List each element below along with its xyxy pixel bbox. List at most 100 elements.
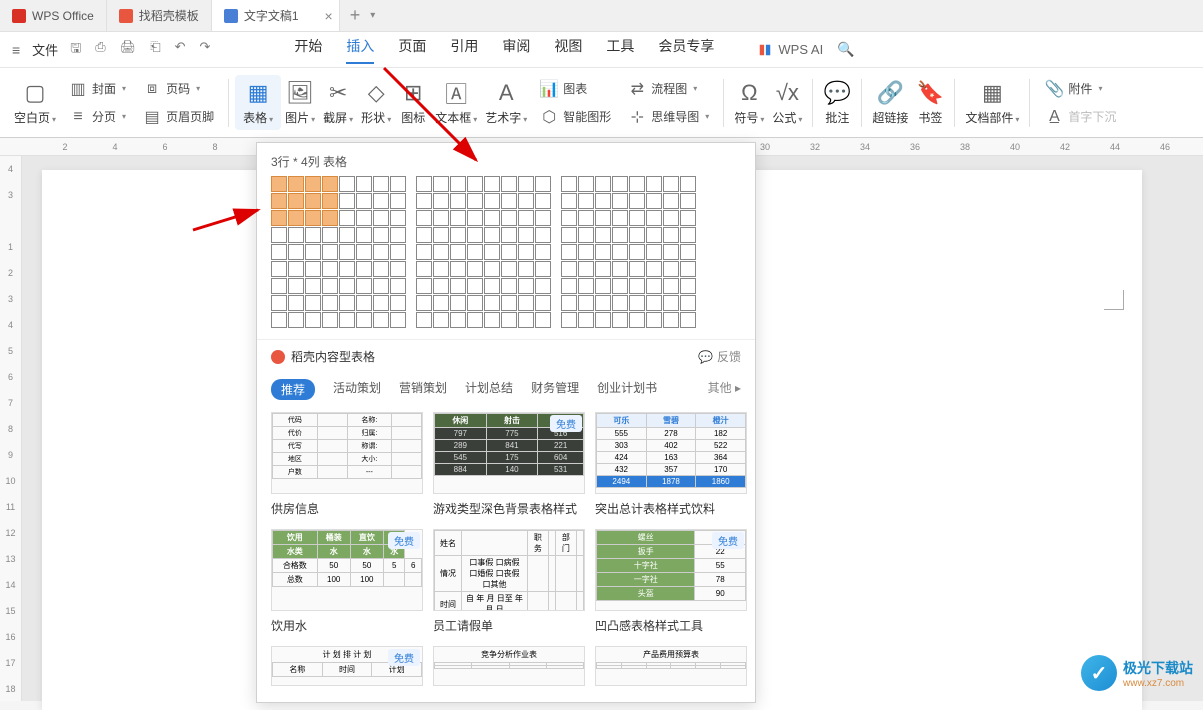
grid-cell[interactable] — [467, 312, 483, 328]
grid-cell[interactable] — [450, 193, 466, 209]
grid-cell[interactable] — [501, 261, 517, 277]
grid-cell[interactable] — [629, 312, 645, 328]
grid-cell[interactable] — [288, 193, 304, 209]
grid-cell[interactable] — [595, 244, 611, 260]
header-footer-button[interactable]: ▤页眉页脚 — [142, 107, 214, 127]
grid-cell[interactable] — [578, 278, 594, 294]
chart-button[interactable]: 📊图表 — [539, 79, 587, 99]
filter-marketing[interactable]: 营销策划 — [399, 379, 447, 400]
grid-cell[interactable] — [561, 176, 577, 192]
tab-view[interactable]: 视图 — [554, 36, 582, 64]
grid-cell[interactable] — [578, 176, 594, 192]
grid-cell[interactable] — [578, 193, 594, 209]
grid-cell[interactable] — [467, 244, 483, 260]
grid-cell[interactable] — [518, 176, 534, 192]
grid-cell[interactable] — [595, 312, 611, 328]
grid-cell[interactable] — [663, 312, 679, 328]
template-game-dark[interactable]: 免费休闲射击7977755162898412215451756048841405… — [433, 412, 585, 517]
grid-cell[interactable] — [450, 295, 466, 311]
grid-cell[interactable] — [595, 227, 611, 243]
grid-cell[interactable] — [629, 278, 645, 294]
grid-cell[interactable] — [680, 261, 696, 277]
grid-cell[interactable] — [612, 312, 628, 328]
grid-cell[interactable] — [271, 176, 287, 192]
grid-cell[interactable] — [288, 227, 304, 243]
grid-cell[interactable] — [433, 227, 449, 243]
grid-cell[interactable] — [561, 261, 577, 277]
grid-cell[interactable] — [518, 295, 534, 311]
grid-cell[interactable] — [356, 176, 372, 192]
grid-cell[interactable] — [501, 227, 517, 243]
grid-cell[interactable] — [595, 176, 611, 192]
grid-cell[interactable] — [680, 227, 696, 243]
template-drink-total[interactable]: 可乐雪碧橙汁5552781823034025224241633644323571… — [595, 412, 747, 517]
grid-cell[interactable] — [629, 193, 645, 209]
close-icon[interactable]: × — [325, 8, 333, 24]
grid-cell[interactable] — [373, 261, 389, 277]
grid-cell[interactable] — [416, 227, 432, 243]
grid-cell[interactable] — [646, 312, 662, 328]
grid-cell[interactable] — [390, 312, 406, 328]
grid-cell[interactable] — [612, 244, 628, 260]
grid-cell[interactable] — [535, 210, 551, 226]
shape-button[interactable]: ◇ 形状▾ — [357, 79, 395, 126]
mindmap-button[interactable]: ⊹思维导图▾ — [627, 107, 709, 127]
grid-cell[interactable] — [561, 227, 577, 243]
grid-cell[interactable] — [629, 227, 645, 243]
grid-cell[interactable] — [561, 295, 577, 311]
grid-cell[interactable] — [646, 295, 662, 311]
grid-cell[interactable] — [271, 312, 287, 328]
grid-cell[interactable] — [680, 278, 696, 294]
grid-cell[interactable] — [373, 210, 389, 226]
grid-cell[interactable] — [288, 176, 304, 192]
grid-cell[interactable] — [356, 193, 372, 209]
template-partial-2[interactable]: 竞争分析作业表 — [433, 646, 585, 686]
grid-cell[interactable] — [356, 261, 372, 277]
tab-start[interactable]: 开始 — [294, 36, 322, 64]
grid-cell[interactable] — [467, 278, 483, 294]
grid-cell[interactable] — [356, 312, 372, 328]
grid-cell[interactable] — [288, 261, 304, 277]
picture-button[interactable]: 🖼 图片▾ — [281, 79, 319, 126]
table-grid-picker[interactable] — [257, 176, 755, 339]
grid-cell[interactable] — [339, 227, 355, 243]
grid-cell[interactable] — [467, 210, 483, 226]
grid-cell[interactable] — [450, 227, 466, 243]
grid-cell[interactable] — [271, 261, 287, 277]
grid-cell[interactable] — [373, 295, 389, 311]
grid-cell[interactable] — [271, 278, 287, 294]
grid-cell[interactable] — [416, 176, 432, 192]
add-tab-icon[interactable]: + — [340, 5, 371, 26]
grid-cell[interactable] — [629, 176, 645, 192]
grid-cell[interactable] — [646, 176, 662, 192]
wordart-button[interactable]: A 艺术字▾ — [481, 79, 531, 126]
document-tab[interactable]: 文字文稿1 × — [212, 0, 340, 31]
grid-cell[interactable] — [595, 261, 611, 277]
grid-cell[interactable] — [484, 312, 500, 328]
grid-cell[interactable] — [680, 193, 696, 209]
grid-cell[interactable] — [578, 312, 594, 328]
grid-cell[interactable] — [373, 312, 389, 328]
template-partial-1[interactable]: 计 划 排 计 划名称时间计划免费 — [271, 646, 423, 686]
grid-cell[interactable] — [322, 295, 338, 311]
hamburger-icon[interactable]: ≡ — [12, 42, 20, 58]
grid-cell[interactable] — [305, 244, 321, 260]
grid-cell[interactable] — [322, 312, 338, 328]
grid-cell[interactable] — [416, 295, 432, 311]
template-housing-info[interactable]: 代码名称:代价归属:代写称谓:地区大小:户数--- 供房信息 — [271, 412, 423, 517]
grid-cell[interactable] — [629, 295, 645, 311]
grid-cell[interactable] — [646, 278, 662, 294]
grid-cell[interactable] — [646, 244, 662, 260]
tab-reference[interactable]: 引用 — [450, 36, 478, 64]
grid-cell[interactable] — [680, 176, 696, 192]
grid-cell[interactable] — [612, 210, 628, 226]
grid-cell[interactable] — [663, 261, 679, 277]
filter-other[interactable]: 其他 ▸ — [708, 379, 741, 400]
export-icon[interactable]: ⎙ — [95, 39, 105, 61]
grid-cell[interactable] — [416, 193, 432, 209]
grid-cell[interactable] — [339, 295, 355, 311]
grid-cell[interactable] — [390, 210, 406, 226]
grid-cell[interactable] — [322, 278, 338, 294]
menu-file[interactable]: 文件 — [32, 40, 58, 59]
grid-cell[interactable] — [390, 278, 406, 294]
